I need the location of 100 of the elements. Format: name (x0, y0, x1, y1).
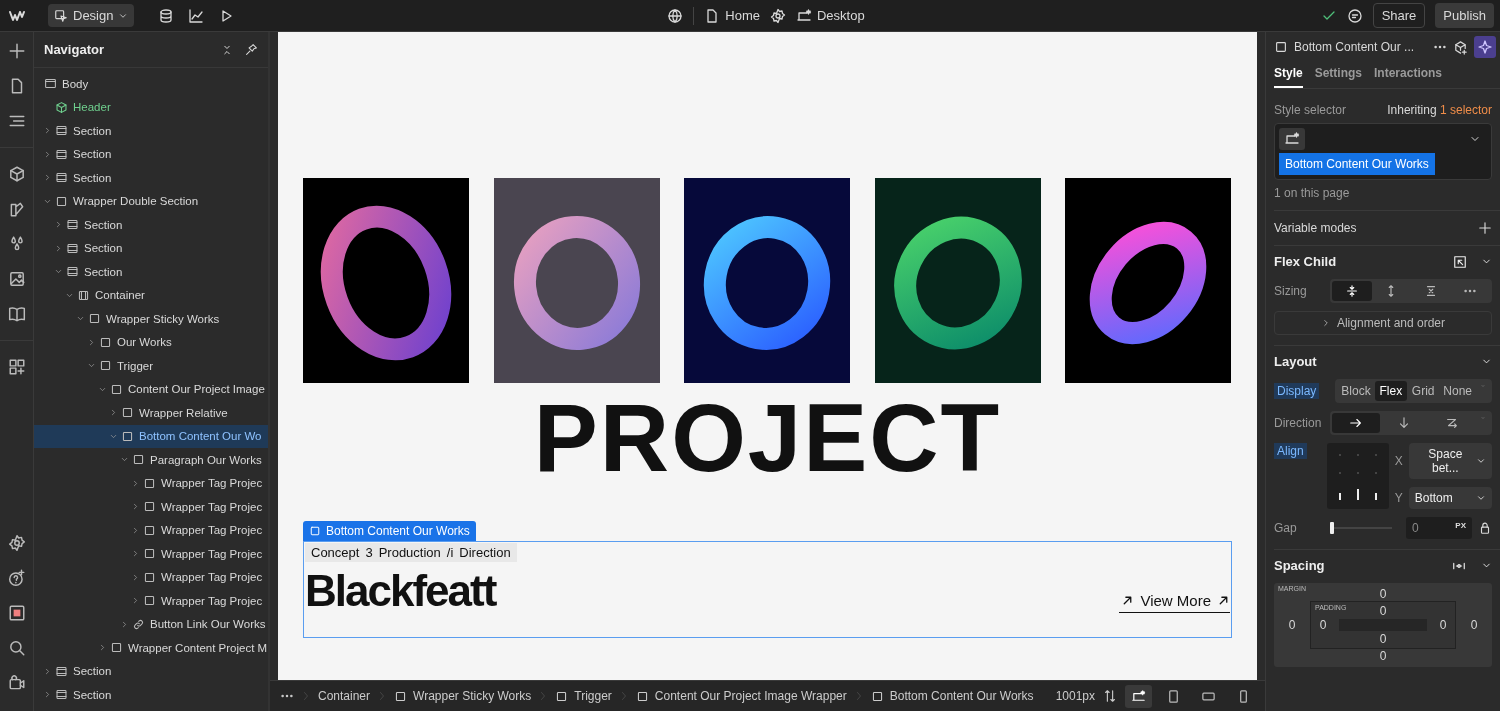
panel-tab[interactable]: Style (1274, 62, 1303, 88)
link-icon (132, 617, 145, 631)
navigator-item[interactable]: Button Link Our Works (34, 612, 268, 636)
display-option[interactable]: None (1439, 381, 1476, 401)
navigator-item[interactable]: Wrapper Relative (34, 401, 268, 425)
book-icon[interactable] (7, 305, 26, 323)
breadcrumb-item[interactable]: Container (318, 689, 371, 703)
canvas-width: 1001px (1055, 689, 1095, 703)
square-icon (143, 523, 156, 537)
selector-count-link[interactable]: 1 selector (1439, 103, 1492, 117)
breadcrumb-item[interactable]: Bottom Content Our Works (870, 689, 1034, 703)
arrow-up-left-icon[interactable] (1453, 254, 1467, 269)
publish-button[interactable]: Publish (1435, 3, 1494, 28)
navigator-item[interactable]: Wrapper Tag Projec (34, 495, 268, 519)
spacing-value[interactable]: 0 (1431, 618, 1455, 632)
navigator-item[interactable]: Section (34, 683, 268, 707)
share-button[interactable]: Share (1372, 3, 1426, 28)
video-icon[interactable] (7, 674, 26, 692)
collapse-icon[interactable] (221, 43, 233, 56)
spacing-value[interactable]: 0 (1311, 618, 1335, 632)
add-icon[interactable] (1478, 221, 1492, 235)
resize-icon[interactable] (1103, 689, 1117, 703)
breakpoint-icon (1279, 128, 1305, 150)
navigator-item[interactable]: Section (34, 119, 268, 143)
navigator-item[interactable]: Trigger (34, 354, 268, 378)
spacing-value[interactable]: 0 (1456, 618, 1492, 632)
navigator-item[interactable]: Wrapper Double Section (34, 189, 268, 213)
page-selector[interactable]: Home (704, 7, 760, 24)
navigator-item[interactable]: Wrapper Tag Projec (34, 589, 268, 613)
justify-dropdown[interactable]: Space bet... (1408, 443, 1492, 479)
display-option[interactable]: Block (1337, 381, 1375, 401)
navigator-item[interactable]: Section (34, 659, 268, 683)
spacing-value[interactable]: 0 (1274, 618, 1310, 632)
apps-icon[interactable] (7, 358, 26, 376)
breakpoint-selector[interactable]: Desktop (796, 7, 865, 24)
breadcrumb-item[interactable]: Wrapper Sticky Works (394, 689, 532, 703)
caret-icon (1476, 456, 1486, 466)
spacing-value[interactable]: 0 (1310, 649, 1456, 663)
square-icon (143, 570, 156, 584)
direction-option[interactable] (1332, 413, 1380, 433)
display-option[interactable]: Flex (1374, 381, 1407, 401)
breadcrumb-item[interactable]: Trigger (555, 689, 612, 703)
tablet-icon (1166, 688, 1181, 704)
navigator-item[interactable]: Content Our Project Image (34, 377, 268, 401)
help-icon[interactable] (7, 569, 26, 587)
design-mode-menu[interactable]: Design (48, 4, 135, 27)
chart-icon[interactable] (188, 7, 205, 24)
search-icon[interactable] (7, 639, 26, 657)
navigator-item[interactable]: Body (34, 72, 268, 96)
breadcrumb-item[interactable]: Content Our Project Image Wrapper (635, 689, 847, 703)
navigator-item[interactable]: Section (34, 213, 268, 237)
cube-plus-icon[interactable] (1453, 39, 1468, 55)
globe-icon[interactable] (667, 7, 684, 24)
navigator-item[interactable]: Container (34, 283, 268, 307)
cube-icon[interactable] (7, 165, 26, 183)
database-icon[interactable] (158, 7, 175, 24)
navigator-item[interactable]: Section (34, 166, 268, 190)
navigator-item[interactable]: Section (34, 142, 268, 166)
sizing-option[interactable] (1332, 281, 1372, 301)
navigator-item[interactable]: Section (34, 236, 268, 260)
align-dropdown[interactable]: Bottom (1408, 487, 1492, 509)
sparkle-icon[interactable] (1474, 36, 1496, 58)
display-option[interactable]: Grid (1407, 381, 1440, 401)
view-more-link[interactable]: View More (1119, 592, 1230, 613)
slider-thumb[interactable] (1330, 522, 1334, 534)
navigator-item[interactable]: Wrapper Sticky Works (34, 307, 268, 331)
panel-tab[interactable]: Settings (1314, 62, 1363, 88)
square-icon (143, 500, 156, 514)
device-button[interactable] (1125, 684, 1152, 708)
square-icon (88, 312, 101, 326)
add-icon[interactable] (7, 42, 26, 60)
field-label: Gap (1274, 521, 1298, 535)
spacing-value[interactable]: 0 (1310, 587, 1456, 601)
navigator-item[interactable]: Wrapper Content Project M (34, 636, 268, 660)
panel-tab[interactable]: Interactions (1374, 62, 1443, 88)
navigator-item[interactable]: Section (34, 260, 268, 284)
image-icon[interactable] (7, 270, 26, 288)
section-label: Variable modes (1274, 221, 1357, 235)
navigator-item[interactable]: Paragraph Our Works (34, 448, 268, 472)
navigator-item[interactable]: Wrapper Tag Projec (34, 471, 268, 495)
comment-icon[interactable] (1346, 7, 1363, 24)
square-icon (555, 689, 569, 703)
navigator-item[interactable]: Wrapper Tag Projec (34, 565, 268, 589)
record-icon[interactable] (7, 604, 26, 622)
navigator-item[interactable]: Bottom Content Our Wo (34, 424, 268, 448)
navigator-item[interactable]: Wrapper Tag Projec (34, 542, 268, 566)
lock-icon[interactable] (1478, 521, 1492, 535)
navigator-item[interactable]: Wrapper Tag Projec (34, 518, 268, 542)
navigator-item[interactable]: Our Works (34, 330, 268, 354)
gear-icon[interactable] (770, 7, 786, 24)
class-chip[interactable]: Bottom Content Our Works (1279, 153, 1435, 175)
settings-icon[interactable] (7, 534, 26, 552)
navigator-item[interactable]: Header (34, 95, 268, 119)
square-icon (635, 689, 649, 703)
style-selector-field[interactable]: Bottom Content Our Works (1274, 123, 1492, 180)
cube-icon (55, 100, 68, 114)
alignment-order-button[interactable]: Alignment and order (1274, 311, 1492, 335)
pin-icon[interactable] (245, 43, 258, 56)
gap-input[interactable]: 0 PX (1406, 517, 1472, 539)
spacing-value[interactable]: 0 (1335, 632, 1431, 646)
